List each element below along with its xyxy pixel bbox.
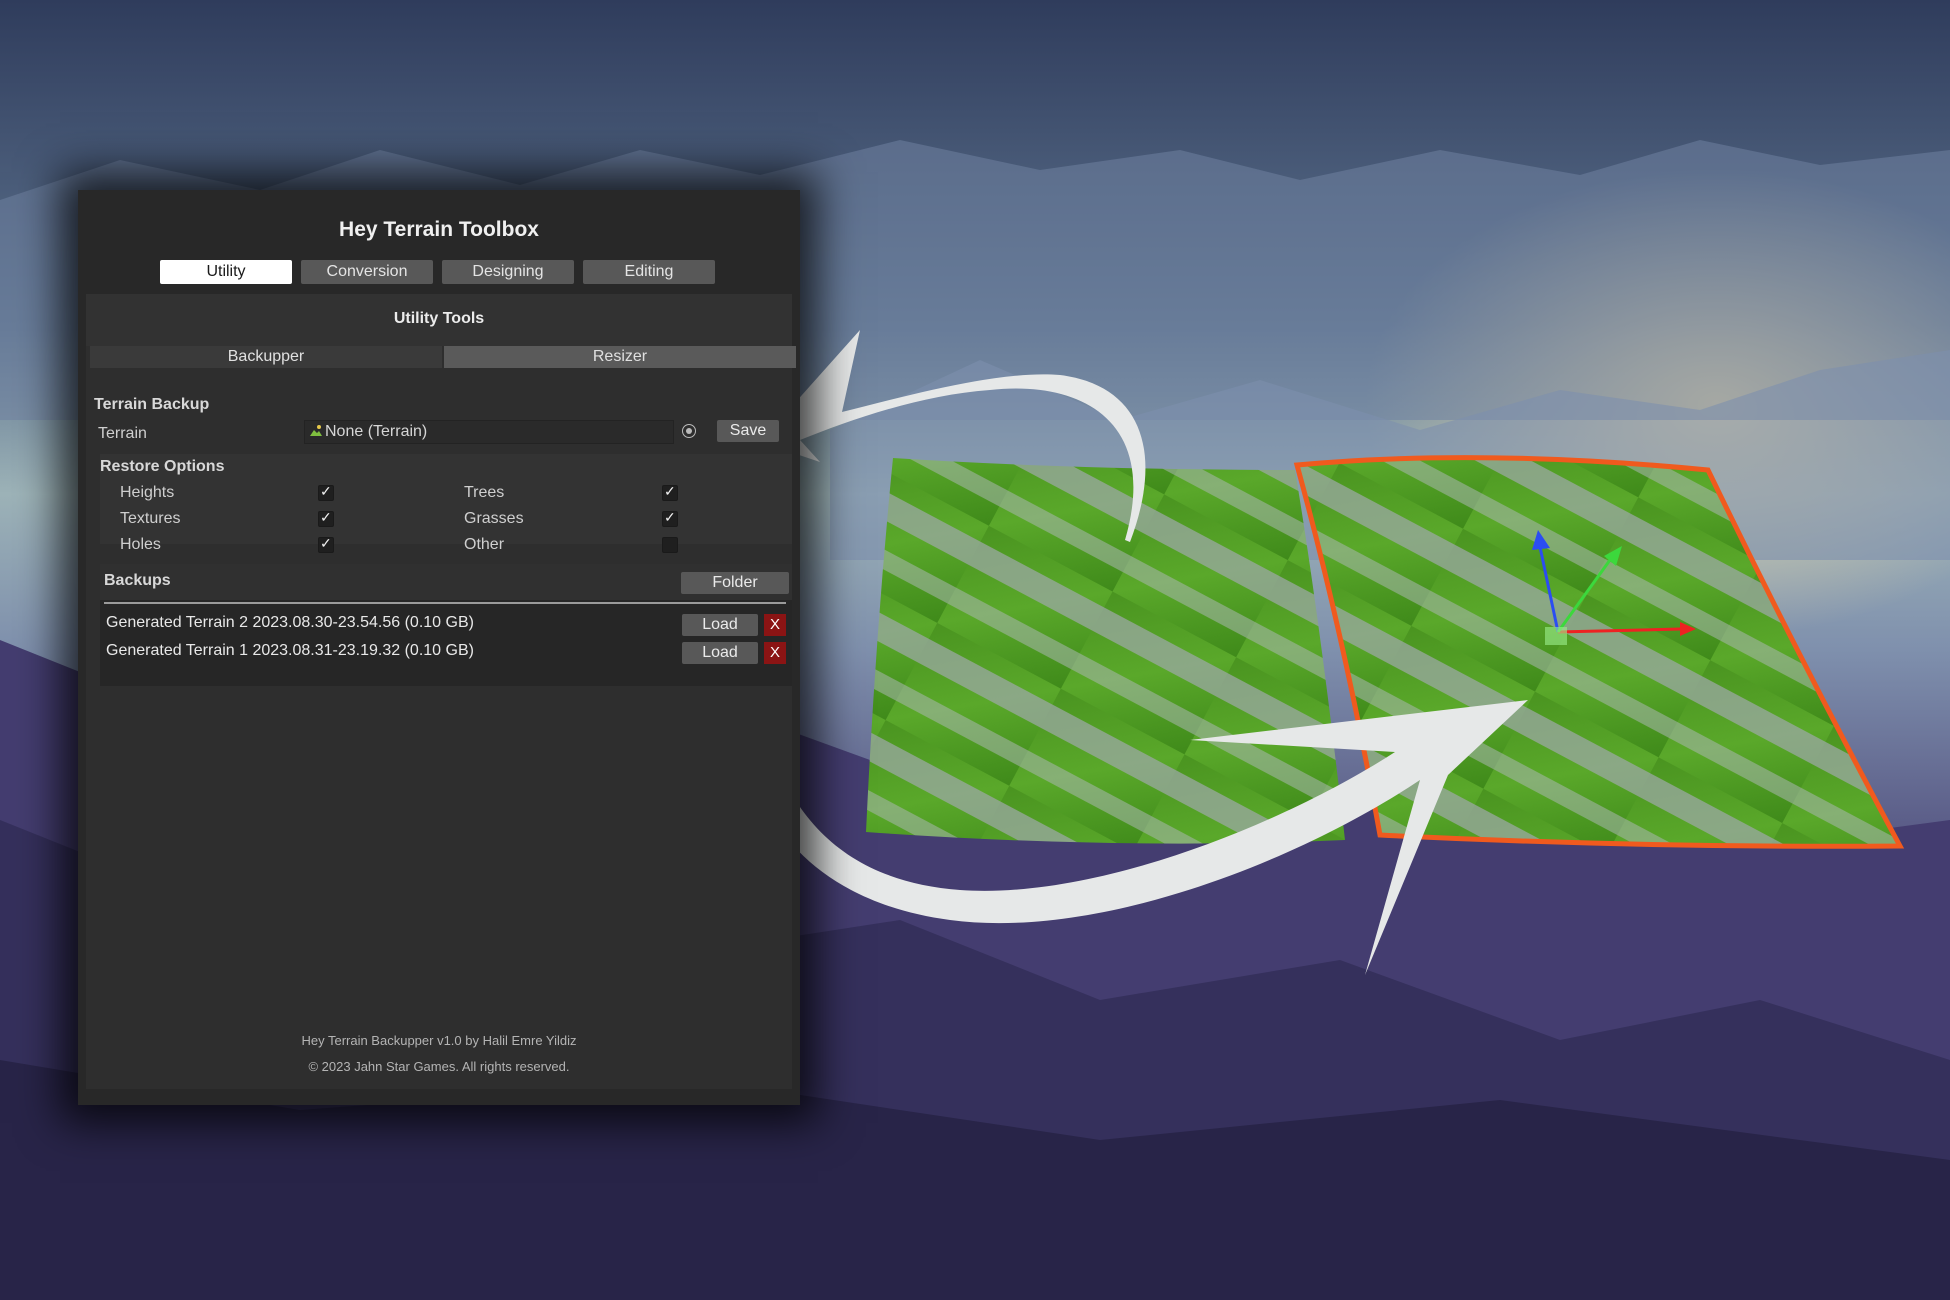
save-button[interactable]: Save <box>717 420 779 442</box>
terrain-field-value: None (Terrain) <box>325 423 428 440</box>
tab-utility[interactable]: Utility <box>160 260 292 284</box>
option-grasses-checkbox[interactable] <box>662 509 678 527</box>
option-heights-checkbox[interactable] <box>318 483 334 501</box>
panel-title: Utility Tools <box>393 310 485 327</box>
terrain-field-label: Terrain <box>98 425 147 442</box>
tab-editing[interactable]: Editing <box>583 260 715 284</box>
restore-options-box: Restore Options Heights Trees Textures G… <box>100 454 792 553</box>
tab-designing[interactable]: Designing <box>442 260 574 284</box>
terrain-tile-left <box>866 458 1345 844</box>
option-other-label: Other <box>464 536 505 553</box>
backup-name: Generated Terrain 1 2023.08.31-23.19.32 … <box>106 642 474 659</box>
terrain-icon <box>310 425 322 436</box>
subtab-resizer[interactable]: Resizer <box>444 346 796 368</box>
option-trees-checkbox[interactable] <box>662 483 678 501</box>
terrain-backup-heading: Terrain Backup <box>94 396 210 413</box>
backups-header: Backups Folder <box>100 564 792 600</box>
backups-divider <box>104 602 786 604</box>
tab-conversion[interactable]: Conversion <box>301 260 433 284</box>
toolbox-window: Hey Terrain Toolbox Utility Conversion D… <box>78 190 800 1105</box>
object-picker-icon[interactable] <box>682 424 696 438</box>
option-heights-label: Heights <box>120 484 175 501</box>
backups-section: Backups Folder Generated Terrain 2 2023.… <box>100 564 792 686</box>
option-textures-checkbox[interactable] <box>318 509 334 527</box>
utility-tools-panel: Utility Tools Backupper Resizer Terrain … <box>86 294 796 1089</box>
footer-credit: Hey Terrain Backupper v1.0 by Halil Emre… <box>301 1033 577 1048</box>
window-title: Hey Terrain Toolbox <box>339 218 539 241</box>
restore-options-heading: Restore Options <box>100 458 225 475</box>
backup-name: Generated Terrain 2 2023.08.30-23.54.56 … <box>106 614 474 631</box>
load-button[interactable]: Load <box>682 614 758 636</box>
backups-heading: Backups <box>104 572 171 589</box>
sub-tab-bar: Backupper Resizer <box>90 346 796 368</box>
delete-backup-button[interactable]: X <box>764 642 786 664</box>
load-button[interactable]: Load <box>682 642 758 664</box>
footer-copyright: © 2023 Jahn Star Games. All rights reser… <box>308 1059 570 1074</box>
terrain-object-field[interactable]: None (Terrain) <box>304 420 674 444</box>
option-holes-label: Holes <box>120 536 161 553</box>
subtab-backupper[interactable]: Backupper <box>90 346 442 368</box>
option-grasses-label: Grasses <box>464 510 524 527</box>
option-trees-label: Trees <box>464 484 505 501</box>
panel-header: Utility Tools <box>86 294 792 346</box>
delete-backup-button[interactable]: X <box>764 614 786 636</box>
option-textures-label: Textures <box>120 510 181 527</box>
folder-button[interactable]: Folder <box>681 572 789 594</box>
option-other-checkbox[interactable] <box>662 537 678 553</box>
option-holes-checkbox[interactable] <box>318 535 334 553</box>
